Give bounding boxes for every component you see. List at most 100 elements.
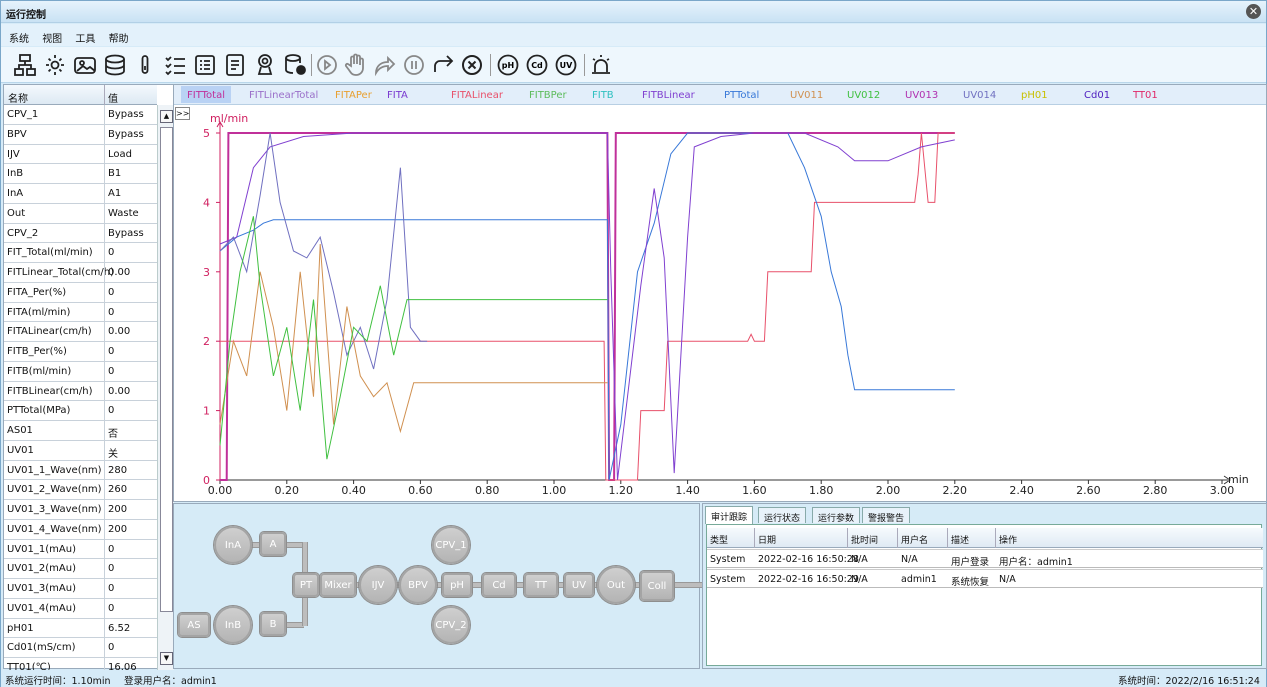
flow-node-b[interactable]: B	[260, 612, 286, 636]
table-row[interactable]: UV01_3_Wave(nm) 200	[4, 500, 157, 520]
log-column-header[interactable]: 用户名	[901, 533, 928, 546]
toolbar: pH Cd UV	[1, 47, 1266, 83]
menu-help[interactable]: 帮助	[109, 30, 129, 45]
close-icon[interactable]: ✕	[1246, 4, 1261, 19]
table-row[interactable]: FIT_Total(ml/min) 0	[4, 243, 157, 263]
table-row[interactable]: UV01 关	[4, 440, 157, 461]
checklist-icon[interactable]	[163, 52, 187, 78]
forward-icon[interactable]	[431, 52, 455, 78]
table-row[interactable]: pH01 6.52	[4, 618, 157, 639]
y-tick-label: 0	[203, 474, 210, 487]
scroll-thumb[interactable]	[160, 127, 173, 612]
table-row[interactable]: TT01(℃) 16.06	[4, 658, 157, 670]
log-row[interactable]: System 2022-02-16 16:50:29 N/A admin1 系统恢复 N/…	[707, 569, 1263, 588]
log-tab-0[interactable]: 审计跟踪	[705, 506, 754, 524]
table-row[interactable]: InB B1	[4, 164, 157, 184]
menu-system[interactable]: 系统	[9, 30, 29, 45]
flow-node-tt[interactable]: TT	[524, 573, 558, 597]
log-column-header[interactable]: 批时间	[851, 533, 878, 546]
table-row[interactable]: Cd01(mS/cm) 0	[4, 638, 157, 658]
log-column-header[interactable]: 类型	[710, 533, 728, 546]
table-row[interactable]: CPV_1 Bypass	[4, 105, 157, 125]
table-row[interactable]: AS01 否	[4, 421, 157, 441]
table-row[interactable]: CPV_2 Bypass	[4, 223, 157, 244]
flow-node-inb[interactable]: InB	[214, 606, 252, 644]
table-row[interactable]: UV01_1_Wave(nm) 280	[4, 460, 157, 481]
param-name: InA	[7, 188, 24, 199]
flow-node-ph[interactable]: pH	[442, 573, 472, 597]
flow-node-bpv[interactable]: BPV	[399, 566, 437, 604]
flow-node-coll[interactable]: Coll	[640, 571, 674, 601]
hand-icon[interactable]	[344, 52, 368, 78]
log-tab-3[interactable]: 警报警告	[862, 507, 911, 524]
menu-tools[interactable]: 工具	[75, 30, 95, 45]
param-value: Bypass	[108, 128, 144, 140]
table-row[interactable]: UV01_3(mAu) 0	[4, 579, 157, 599]
list-icon[interactable]	[193, 52, 217, 78]
flow-node-a[interactable]: A	[260, 532, 286, 556]
cd-icon[interactable]: Cd	[525, 52, 549, 78]
flow-node-ijv[interactable]: IJV	[359, 566, 397, 604]
table-row[interactable]: FITA(ml/min) 0	[4, 302, 157, 323]
play-icon[interactable]	[315, 52, 339, 78]
table-row[interactable]: UV01_4_Wave(nm) 200	[4, 519, 157, 540]
pause-icon[interactable]	[402, 52, 426, 78]
ph-icon[interactable]: pH	[496, 52, 520, 78]
x-tick-label: 0.00	[208, 484, 233, 497]
table-row[interactable]: UV01_2(mAu) 0	[4, 559, 157, 579]
log-cell: N/A	[851, 554, 868, 565]
x-tick-label: 2.60	[1076, 484, 1101, 497]
table-row[interactable]: UV01_1(mAu) 0	[4, 539, 157, 560]
param-name: CPV_2	[7, 227, 39, 239]
scroll-up-icon[interactable]: ▲	[160, 110, 173, 123]
table-row[interactable]: Out Waste	[4, 203, 157, 224]
table-row[interactable]: UV01_4(mAu) 0	[4, 598, 157, 619]
table-row[interactable]: FITLinear_Total(cm/h) 0.00	[4, 263, 157, 283]
uv-icon[interactable]: UV	[554, 52, 578, 78]
flow-node-cpv-1[interactable]: CPV_1	[432, 526, 470, 564]
document-icon[interactable]	[223, 52, 247, 78]
menu-view[interactable]: 视图	[42, 30, 62, 45]
flow-node-out[interactable]: Out	[597, 566, 635, 604]
table-row[interactable]: FITB_Per(%) 0	[4, 342, 157, 362]
flow-node-cpv-2[interactable]: CPV_2	[432, 606, 470, 644]
thermometer-icon[interactable]	[133, 52, 157, 78]
log-column-header[interactable]: 描述	[951, 533, 969, 546]
flow-node-mixer[interactable]: Mixer	[320, 573, 356, 597]
flow-node-pt[interactable]: PT	[293, 573, 319, 597]
column-name-header[interactable]: 名称	[8, 90, 28, 105]
table-row[interactable]: IJV Load	[4, 144, 157, 165]
flow-node-uv[interactable]: UV	[564, 573, 594, 597]
gear-icon[interactable]	[43, 52, 67, 78]
database-settings-icon[interactable]	[283, 52, 307, 78]
table-row[interactable]: PTTotal(MPa) 0	[4, 401, 157, 421]
award-icon[interactable]	[253, 52, 277, 78]
table-row[interactable]: InA A1	[4, 184, 157, 204]
flow-node-as[interactable]: AS	[178, 613, 210, 637]
table-row[interactable]: FITBLinear(cm/h) 0.00	[4, 381, 157, 402]
stop-icon[interactable]	[460, 52, 484, 78]
table-row[interactable]: FITALinear(cm/h) 0.00	[4, 322, 157, 342]
column-value-header[interactable]: 值	[108, 90, 118, 105]
log-tab-1[interactable]: 运行状态	[758, 507, 807, 524]
series-line-2	[219, 132, 955, 481]
log-tab-2[interactable]: 运行参数	[812, 507, 861, 524]
flow-node-cd[interactable]: Cd	[482, 573, 516, 597]
flow-node-ina[interactable]: InA	[214, 526, 252, 564]
log-row[interactable]: System 2022-02-16 16:50:28 N/A N/A 用户登录 用户名：a…	[707, 549, 1263, 568]
alarm-icon[interactable]	[589, 52, 613, 78]
parameter-scrollbar[interactable]: ▲ ▼	[157, 105, 174, 670]
redo-icon[interactable]	[373, 52, 397, 78]
table-row[interactable]: BPV Bypass	[4, 124, 157, 145]
table-row[interactable]: UV01_2_Wave(nm) 260	[4, 480, 157, 500]
log-column-header[interactable]: 操作	[999, 533, 1017, 546]
log-column-header[interactable]: 日期	[758, 533, 776, 546]
scroll-down-icon[interactable]: ▼	[160, 652, 173, 665]
image-icon[interactable]	[73, 52, 97, 78]
series-line-1	[220, 132, 955, 481]
param-value: 280	[108, 464, 128, 476]
table-row[interactable]: FITA_Per(%) 0	[4, 282, 157, 303]
network-icon[interactable]	[13, 52, 37, 78]
table-row[interactable]: FITB(ml/min) 0	[4, 361, 157, 382]
database-icon[interactable]	[103, 52, 127, 78]
